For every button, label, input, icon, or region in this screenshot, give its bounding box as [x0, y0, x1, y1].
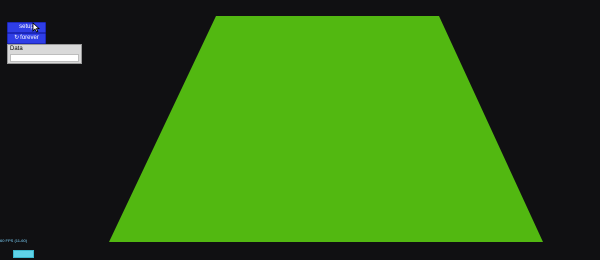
render-viewport[interactable]: [0, 0, 600, 260]
setup-button[interactable]: setup: [7, 22, 46, 33]
monitor-label: Data: [10, 46, 23, 52]
sketch-stage: setup ↻forever Data 60 FPS (11-60): [0, 0, 600, 260]
pointer-cursor-icon: [32, 22, 40, 33]
data-monitor: Data: [7, 44, 82, 64]
forever-button[interactable]: ↻forever: [7, 33, 46, 44]
refresh-icon: ↻: [14, 35, 20, 41]
fps-graph: [13, 250, 34, 258]
fps-counter: 60 FPS (11-60): [0, 238, 28, 243]
forever-button-label: forever: [20, 35, 39, 41]
monitor-value-field: [10, 54, 79, 62]
